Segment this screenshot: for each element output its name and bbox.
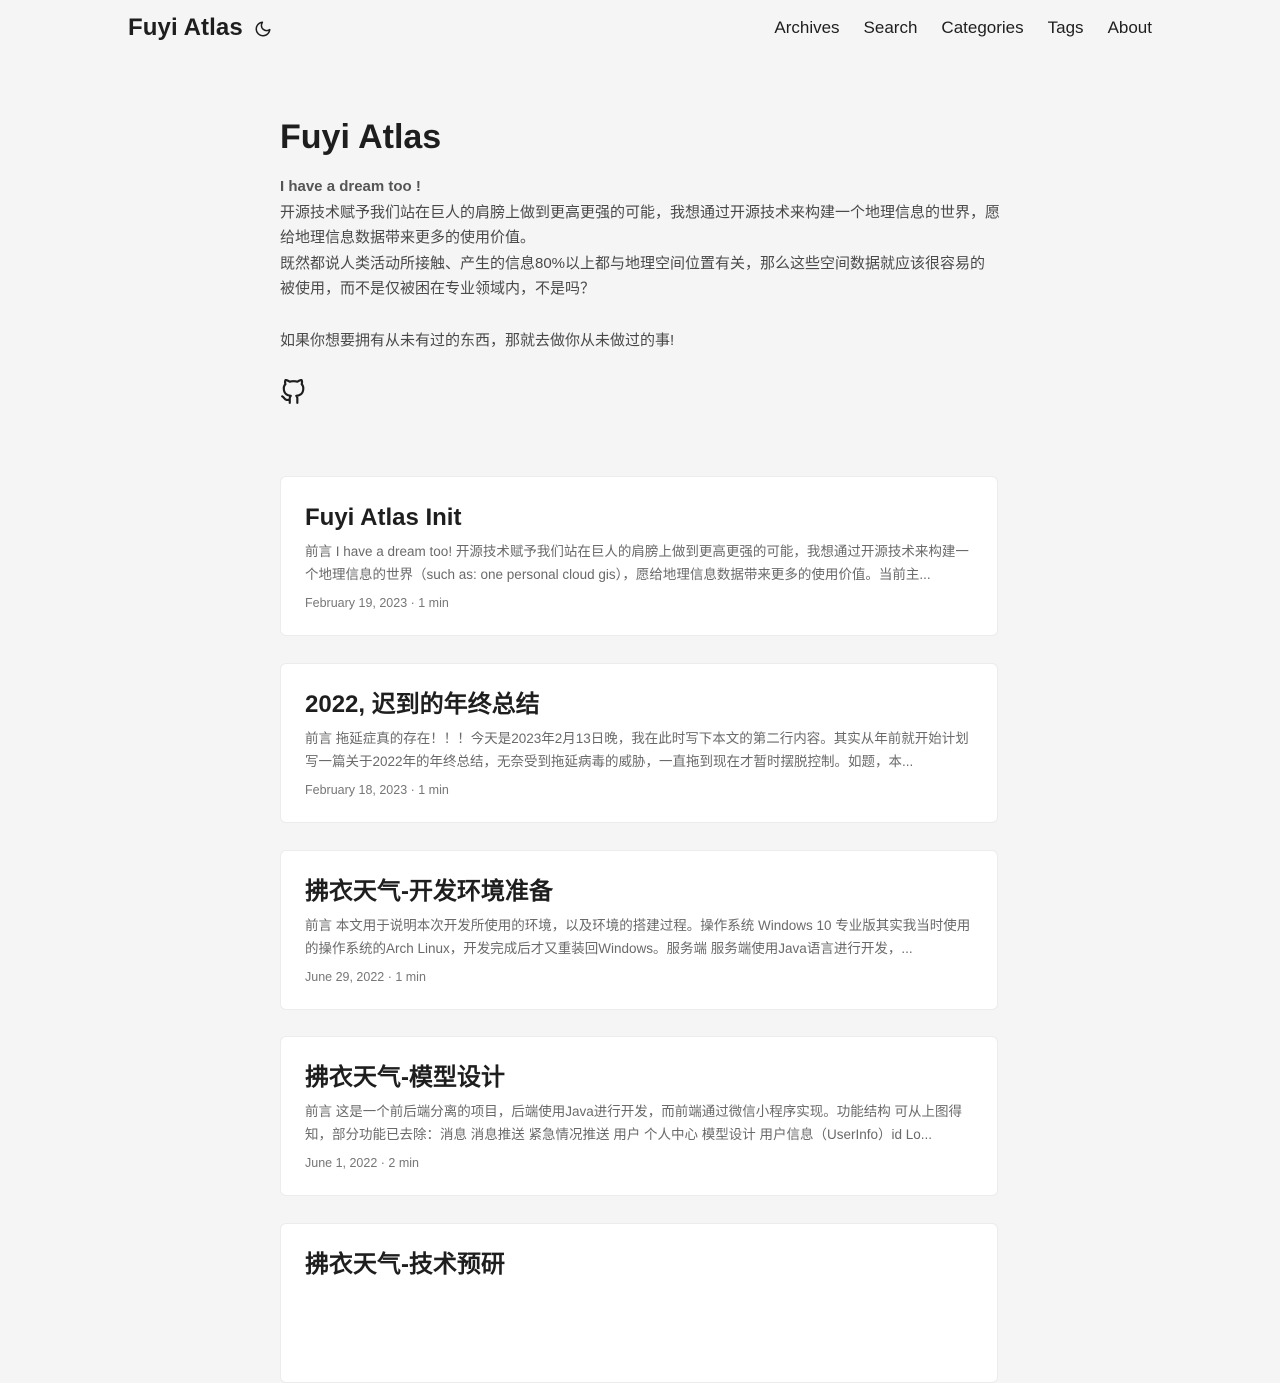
post-summary: 前言 I have a dream too! 开源技术赋予我们站在巨人的肩膀上做… [305, 544, 969, 582]
profile-body: I have a dream too ! 开源技术赋予我们站在巨人的肩膀上做到更… [280, 174, 1000, 353]
profile-line-3: 如果你想要拥有从未有过的东西，那就去做你从未做过的事! [280, 331, 675, 349]
post-meta: June 1, 2022 · 2 min [305, 1156, 419, 1170]
post-title: Fuyi Atlas Init [305, 504, 462, 531]
main-nav: Archives Search Categories Tags About [750, 18, 1152, 38]
logo-area: Fuyi Atlas [128, 14, 273, 42]
github-icon[interactable] [280, 379, 306, 405]
post-meta: June 29, 2022 · 1 min [305, 970, 426, 984]
post-title: 2022, 迟到的年终总结 [305, 691, 540, 718]
nav-categories[interactable]: Categories [941, 18, 1023, 38]
profile-line-2: 既然都说人类活动所接触、产生的信息80%以上都与地理空间位置有关，那么这些空间数… [280, 254, 986, 298]
profile-line-1: 开源技术赋予我们站在巨人的肩膀上做到更高更强的可能，我想通过开源技术来构建一个地… [280, 203, 1001, 247]
main-content: Fuyi Atlas I have a dream too ! 开源技术赋予我们… [280, 62, 1000, 1383]
nav-archives[interactable]: Archives [774, 18, 839, 38]
post-title: 拂衣天气-模型设计 [305, 1064, 505, 1091]
profile-title: Fuyi Atlas [280, 118, 442, 156]
profile-lead: I have a dream too ! [280, 178, 421, 195]
post-card[interactable]: 2022, 迟到的年终总结 前言 拖延症真的存在！！！今天是2023年2月13日… [280, 663, 998, 823]
post-meta: February 19, 2023 · 1 min [305, 596, 449, 610]
post-summary: 前言 本文用于说明本次开发所使用的环境，以及环境的搭建过程。操作系统 Windo… [305, 918, 971, 956]
post-card[interactable]: 拂衣天气-模型设计 前言 这是一个前后端分离的项目，后端使用Java进行开发，而… [280, 1036, 998, 1196]
nav-about[interactable]: About [1108, 18, 1152, 38]
post-card[interactable]: Fuyi Atlas Init 前言 I have a dream too! 开… [280, 476, 998, 636]
moon-icon[interactable] [253, 19, 273, 39]
post-card[interactable]: 拂衣天气-技术预研 [280, 1223, 998, 1383]
site-logo[interactable]: Fuyi Atlas [128, 14, 243, 42]
post-summary: 前言 拖延症真的存在！！！今天是2023年2月13日晚，我在此时写下本文的第二行… [305, 731, 969, 769]
post-title: 拂衣天气-开发环境准备 [305, 878, 553, 905]
nav-search[interactable]: Search [864, 18, 918, 38]
post-meta: February 18, 2023 · 1 min [305, 783, 449, 797]
post-summary: 前言 这是一个前后端分离的项目，后端使用Java进行开发，而前端通过微信小程序实… [305, 1104, 963, 1142]
post-summary [305, 1288, 973, 1333]
post-card[interactable]: 拂衣天气-开发环境准备 前言 本文用于说明本次开发所使用的环境，以及环境的搭建过… [280, 850, 998, 1010]
nav-tags[interactable]: Tags [1048, 18, 1084, 38]
post-title: 拂衣天气-技术预研 [305, 1251, 505, 1278]
profile-spacer [280, 302, 1000, 328]
profile-section: Fuyi Atlas I have a dream too ! 开源技术赋予我们… [280, 62, 1000, 405]
site-header: Fuyi Atlas Archives Search Categories Ta… [0, 0, 1280, 62]
